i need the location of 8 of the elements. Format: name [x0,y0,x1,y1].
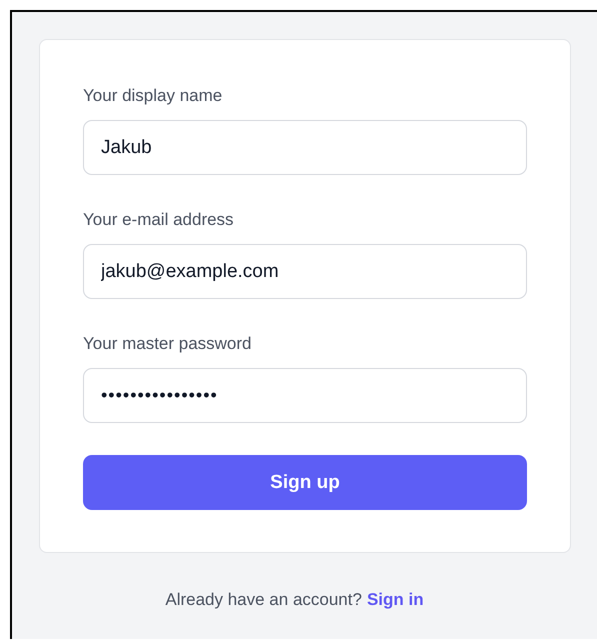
field-label: Your master password [83,333,253,355]
input-field[interactable]: •••••••••••••••• [83,368,527,423]
signup-button[interactable]: Sign up [83,455,527,510]
field-label: Your display name [83,85,224,107]
input-field[interactable]: Jakub [83,120,527,175]
account-prompt: Already have an account? [165,590,362,609]
field-label: Your e-mail address [83,209,235,231]
signin-link[interactable]: Sign in [366,590,424,609]
